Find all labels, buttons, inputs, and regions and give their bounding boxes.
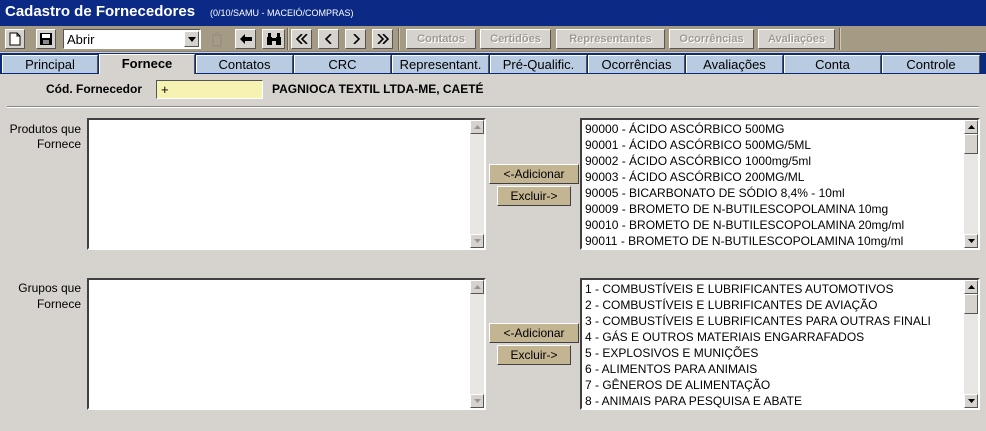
list-item[interactable]: 5 - EXPLOSIVOS E MUNIÇÕES bbox=[585, 345, 962, 361]
list-item[interactable]: 90005 - BICARBONATO DE SÓDIO 8,4% - 10ml bbox=[585, 185, 962, 201]
certidoes-button[interactable]: Certidões bbox=[480, 29, 551, 49]
scroll-down-button[interactable] bbox=[964, 394, 978, 408]
list-item[interactable]: 90000 - ÁCIDO ASCÓRBICO 500MG bbox=[585, 121, 962, 137]
chevron-left-icon bbox=[324, 34, 332, 44]
list-item[interactable]: 1 - COMBUSTÍVEIS E LUBRIFICANTES AUTOMOT… bbox=[585, 281, 962, 297]
scrollbar[interactable] bbox=[470, 120, 484, 248]
tab-controle[interactable]: Controle bbox=[882, 55, 980, 73]
scroll-down-button[interactable] bbox=[964, 234, 978, 248]
grupos-remove-button[interactable]: Excluir-> bbox=[497, 345, 571, 365]
scrollbar[interactable] bbox=[470, 280, 484, 408]
tab-crc[interactable]: CRC bbox=[294, 55, 391, 73]
tab-avaliacoes[interactable]: Avaliações bbox=[686, 55, 783, 73]
chevron-down-icon[interactable] bbox=[184, 31, 199, 47]
arrow-left-icon bbox=[239, 34, 252, 44]
cod-fornecedor-label: Cód. Fornecedor bbox=[46, 82, 143, 96]
arrow-down-icon bbox=[473, 399, 481, 403]
list-item[interactable]: 90009 - BROMETO DE N-BUTILESCOPOLAMINA 1… bbox=[585, 201, 962, 217]
new-document-icon bbox=[9, 32, 21, 46]
window-subtitle: (0/10/SAMU - MACEIÓ/COMPRAS) bbox=[210, 8, 354, 18]
delete-button[interactable] bbox=[206, 29, 228, 49]
list-item[interactable]: 3 - COMBUSTÍVEIS E LUBRIFICANTES PARA OU… bbox=[585, 313, 962, 329]
tab-conta[interactable]: Conta bbox=[784, 55, 881, 73]
contatos-button[interactable]: Contatos bbox=[406, 29, 476, 49]
scroll-up-button[interactable] bbox=[964, 120, 978, 134]
scroll-down-button[interactable] bbox=[470, 394, 484, 408]
tab-ocorrencias[interactable]: Ocorrências bbox=[588, 55, 685, 73]
produtos-label-line1: Produtos que bbox=[9, 122, 81, 136]
chevron-right-icon bbox=[352, 34, 360, 44]
arrow-down-icon bbox=[967, 399, 975, 403]
representantes-button[interactable]: Representantes bbox=[556, 29, 665, 49]
produtos-add-button[interactable]: <-Adicionar bbox=[489, 164, 579, 184]
produtos-fornecidos-list[interactable] bbox=[87, 118, 486, 250]
back-button[interactable] bbox=[235, 29, 256, 49]
produtos-available-list[interactable]: 90000 - ÁCIDO ASCÓRBICO 500MG 90001 - ÁC… bbox=[580, 118, 980, 250]
grupos-fornecidos-list[interactable] bbox=[87, 278, 486, 410]
list-item[interactable]: 7 - GÊNEROS DE ALIMENTAÇÃO bbox=[585, 377, 962, 393]
action-combo[interactable]: Abrir bbox=[63, 29, 201, 49]
list-item[interactable]: 8 - ANIMAIS PARA PESQUISA E ABATE bbox=[585, 393, 962, 408]
toolbar: Abrir Contatos Certidões Representantes … bbox=[0, 26, 986, 52]
toolbar-separator bbox=[287, 28, 289, 50]
scroll-up-button[interactable] bbox=[964, 280, 978, 294]
list-item[interactable]: 90003 - ÁCIDO ASCÓRBICO 200MG/ML bbox=[585, 169, 962, 185]
toolbar-separator bbox=[398, 28, 400, 50]
arrow-up-icon bbox=[473, 125, 481, 129]
avaliacoes-button[interactable]: Avaliações bbox=[758, 29, 835, 49]
tab-contatos[interactable]: Contatos bbox=[196, 55, 293, 73]
arrow-up-icon bbox=[473, 285, 481, 289]
window-title: Cadastro de Fornecedores bbox=[5, 3, 196, 20]
trash-icon bbox=[212, 32, 222, 46]
double-chevron-left-icon bbox=[295, 34, 308, 44]
list-item[interactable]: 90002 - ÁCIDO ASCÓRBICO 1000mg/5ml bbox=[585, 153, 962, 169]
tab-principal[interactable]: Principal bbox=[2, 55, 98, 73]
save-icon bbox=[40, 33, 52, 45]
list-item[interactable]: 90011 - BROMETO DE N-BUTILESCOPOLAMINA 1… bbox=[585, 233, 962, 248]
toolbar-separator bbox=[839, 28, 841, 50]
produtos-remove-button[interactable]: Excluir-> bbox=[497, 186, 571, 206]
new-document-button[interactable] bbox=[5, 29, 25, 49]
grupos-label-line1: Grupos que bbox=[18, 281, 81, 295]
tab-strip: Principal Fornece Contatos CRC Represent… bbox=[0, 53, 986, 74]
previous-record-button[interactable] bbox=[318, 29, 339, 49]
title-bar: Cadastro de Fornecedores (0/10/SAMU - MA… bbox=[0, 0, 986, 26]
arrow-down-icon bbox=[473, 239, 481, 243]
produtos-label-line2: Fornece bbox=[36, 137, 81, 151]
arrow-down-icon bbox=[967, 239, 975, 243]
scroll-up-button[interactable] bbox=[470, 120, 484, 134]
scroll-down-button[interactable] bbox=[470, 234, 484, 248]
scroll-thumb[interactable] bbox=[964, 134, 978, 154]
ocorrencias-button[interactable]: Ocorrências bbox=[669, 29, 754, 49]
list-item[interactable]: 2 - COMBUSTÍVEIS E LUBRIFICANTES DE AVIA… bbox=[585, 297, 962, 313]
scroll-up-button[interactable] bbox=[470, 280, 484, 294]
scrollbar[interactable] bbox=[964, 280, 978, 408]
next-record-button[interactable] bbox=[345, 29, 366, 49]
action-combo-value: Abrir bbox=[67, 32, 95, 47]
divider bbox=[7, 106, 979, 108]
scroll-thumb[interactable] bbox=[964, 294, 978, 314]
arrow-up-icon bbox=[967, 285, 975, 289]
list-item[interactable]: 90001 - ÁCIDO ASCÓRBICO 500MG/5ML bbox=[585, 137, 962, 153]
double-chevron-right-icon bbox=[376, 34, 389, 44]
search-button[interactable] bbox=[262, 29, 285, 49]
tab-representantes[interactable]: Representant. bbox=[392, 55, 489, 73]
scrollbar[interactable] bbox=[964, 120, 978, 248]
grupos-add-button[interactable]: <-Adicionar bbox=[489, 323, 579, 343]
grupos-label-line2: Fornece bbox=[36, 297, 81, 311]
tab-fornece[interactable]: Fornece bbox=[99, 54, 195, 74]
supplier-name: PAGNIOCA TEXTIL LTDA-ME, CAETÉ bbox=[272, 82, 484, 96]
tab-pre-qualificacao[interactable]: Pré-Qualific. bbox=[490, 55, 587, 73]
first-record-button[interactable] bbox=[291, 29, 312, 49]
save-button[interactable] bbox=[36, 29, 56, 49]
binoculars-icon bbox=[266, 33, 281, 45]
list-item[interactable]: 90010 - BROMETO DE N-BUTILESCOPOLAMINA 2… bbox=[585, 217, 962, 233]
arrow-up-icon bbox=[967, 125, 975, 129]
cod-fornecedor-input[interactable]: + bbox=[156, 80, 263, 99]
grupos-available-list[interactable]: 1 - COMBUSTÍVEIS E LUBRIFICANTES AUTOMOT… bbox=[580, 278, 980, 410]
last-record-button[interactable] bbox=[372, 29, 393, 49]
list-item[interactable]: 4 - GÁS E OUTROS MATERIAIS ENGARRAFADOS bbox=[585, 329, 962, 345]
list-item[interactable]: 6 - ALIMENTOS PARA ANIMAIS bbox=[585, 361, 962, 377]
